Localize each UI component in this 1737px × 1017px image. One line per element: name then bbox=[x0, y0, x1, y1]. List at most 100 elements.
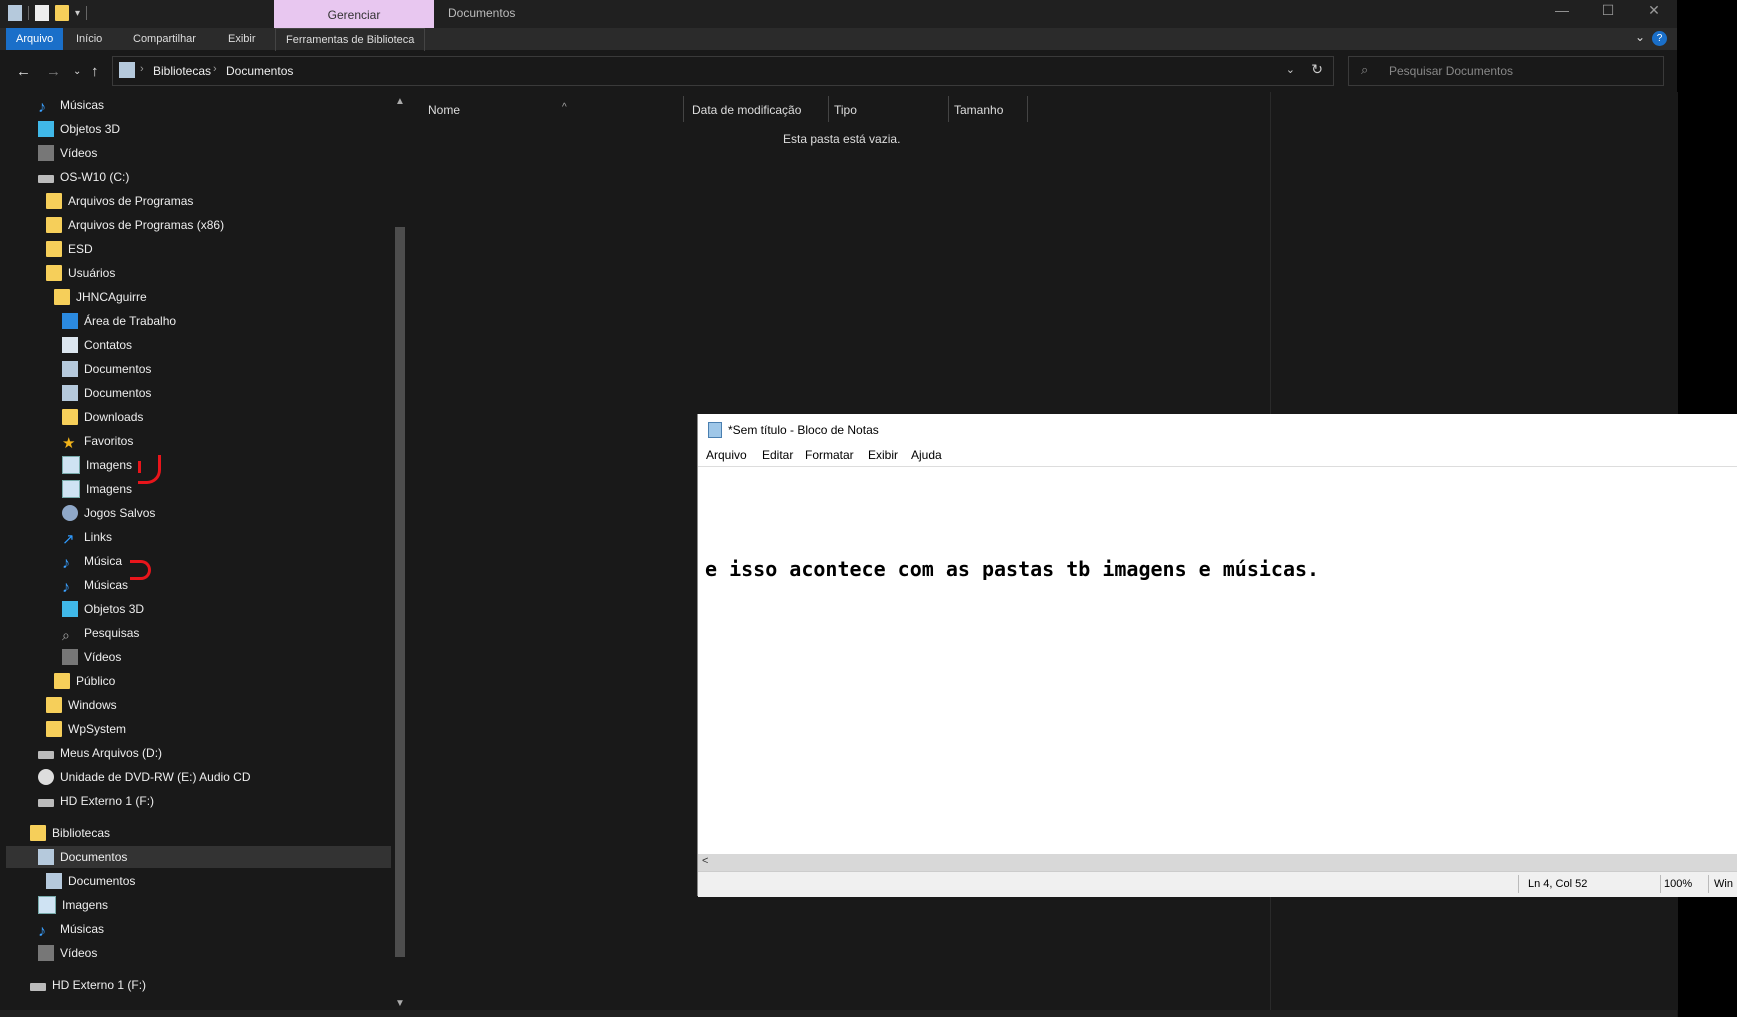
search-box[interactable]: ⌕ Pesquisar Documentos bbox=[1348, 56, 1664, 86]
search-icon: ⌕ bbox=[1361, 62, 1369, 77]
nav-item-imagens[interactable]: Imagens bbox=[62, 478, 132, 500]
status-zoom: 100% bbox=[1664, 878, 1693, 890]
tab-exibir[interactable]: Exibir bbox=[218, 28, 266, 50]
forward-arrow-icon[interactable]: → bbox=[46, 63, 61, 80]
column-header-data-de-modificacao[interactable]: Data de modificação bbox=[692, 98, 832, 122]
nav-item-objetos-3d[interactable]: Objetos 3D bbox=[38, 118, 120, 140]
properties-icon[interactable] bbox=[35, 5, 49, 21]
status-divider bbox=[1708, 875, 1709, 893]
nav-item-drive-f[interactable]: HD Externo 1 (F:) bbox=[38, 790, 154, 812]
recent-locations-icon[interactable]: ⌄ bbox=[73, 66, 81, 77]
maximize-icon[interactable]: ☐ bbox=[1588, 2, 1628, 19]
address-bar[interactable]: › Bibliotecas › Documentos ⌄ ↻ bbox=[112, 56, 1334, 86]
nav-item-musicas[interactable]: Músicas bbox=[62, 574, 128, 596]
column-divider[interactable] bbox=[1027, 96, 1028, 122]
dvd-icon bbox=[38, 768, 54, 785]
nav-item-musica[interactable]: Música bbox=[62, 550, 122, 572]
folder-icon bbox=[54, 672, 70, 689]
navigation-bar: ← → ⌄ ↑ › Bibliotecas › Documentos ⌄ ↻ ⌕… bbox=[0, 52, 1677, 92]
nav-item-documentos-selected[interactable]: Documentos bbox=[6, 846, 391, 868]
nav-item-documentos[interactable]: Documentos bbox=[46, 870, 135, 892]
search-placeholder: Pesquisar Documentos bbox=[1389, 64, 1514, 78]
breadcrumb-separator-icon: › bbox=[213, 63, 217, 75]
nav-item-wpsystem[interactable]: WpSystem bbox=[46, 718, 126, 740]
menu-ajuda[interactable]: Ajuda bbox=[911, 448, 942, 462]
nav-item-videos[interactable]: Vídeos bbox=[38, 142, 97, 164]
annotation-mark bbox=[138, 455, 161, 484]
nav-item-links[interactable]: Links bbox=[62, 526, 112, 548]
nav-item-arquivos-de-programas[interactable]: Arquivos de Programas bbox=[46, 190, 193, 212]
status-line-ending: Win bbox=[1714, 878, 1733, 890]
music-icon bbox=[62, 553, 78, 569]
nav-item-jhncaguirre[interactable]: JHNCAguirre bbox=[54, 286, 147, 308]
column-divider[interactable] bbox=[683, 96, 684, 122]
nav-item-documentos[interactable]: Documentos bbox=[62, 358, 151, 380]
nav-item-favoritos[interactable]: Favoritos bbox=[62, 430, 133, 452]
help-icon[interactable]: ? bbox=[1652, 31, 1667, 46]
column-header-nome[interactable]: Nome ^ bbox=[428, 98, 688, 122]
nav-item-windows[interactable]: Windows bbox=[46, 694, 117, 716]
menu-editar[interactable]: Editar bbox=[762, 448, 793, 462]
nav-item-imagens[interactable]: Imagens bbox=[62, 454, 132, 476]
refresh-icon[interactable]: ↻ bbox=[1311, 61, 1323, 78]
nav-item-publico[interactable]: Público bbox=[54, 670, 115, 692]
nav-item-contatos[interactable]: Contatos bbox=[62, 334, 132, 356]
minimize-icon[interactable]: — bbox=[1542, 2, 1582, 18]
scroll-down-icon[interactable]: ▼ bbox=[395, 998, 405, 1009]
breadcrumb-bibliotecas[interactable]: Bibliotecas bbox=[153, 64, 211, 78]
toolbar-divider bbox=[28, 6, 29, 20]
videos-icon bbox=[38, 944, 54, 961]
scroll-left-icon[interactable]: < bbox=[702, 855, 708, 867]
nav-item-usuarios[interactable]: Usuários bbox=[46, 262, 115, 284]
tab-compartilhar[interactable]: Compartilhar bbox=[123, 28, 206, 50]
up-arrow-icon[interactable]: ↑ bbox=[91, 63, 99, 80]
nav-item-bibliotecas[interactable]: Bibliotecas bbox=[30, 822, 110, 844]
notepad-text-area[interactable]: e isso acontece com as pastas tb imagens… bbox=[698, 466, 1737, 871]
ribbon-tabs: Arquivo Início Compartilhar Exibir Ferra… bbox=[0, 28, 1677, 51]
notepad-horizontal-scrollbar[interactable]: < bbox=[698, 854, 1737, 871]
tab-inicio[interactable]: Início bbox=[66, 28, 112, 50]
nav-item-downloads[interactable]: Downloads bbox=[62, 406, 143, 428]
nav-item-pesquisas[interactable]: Pesquisas bbox=[62, 622, 139, 644]
tab-ferramentas-biblioteca[interactable]: Ferramentas de Biblioteca bbox=[275, 28, 426, 51]
back-arrow-icon[interactable]: ← bbox=[16, 63, 31, 80]
menu-formatar[interactable]: Formatar bbox=[805, 448, 854, 462]
breadcrumb-separator-icon: › bbox=[140, 63, 144, 75]
menu-arquivo[interactable]: Arquivo bbox=[706, 448, 747, 462]
tab-arquivo[interactable]: Arquivo bbox=[6, 28, 64, 50]
column-divider[interactable] bbox=[828, 96, 829, 122]
column-header-tipo[interactable]: Tipo bbox=[834, 98, 934, 122]
navigation-pane-scrollbar[interactable]: ▲ ▼ bbox=[392, 92, 408, 1017]
address-dropdown-icon[interactable]: ⌄ bbox=[1286, 63, 1295, 76]
manage-contextual-tab[interactable]: Gerenciar bbox=[274, 0, 434, 28]
close-icon[interactable]: ✕ bbox=[1634, 2, 1674, 19]
scroll-up-icon[interactable]: ▲ bbox=[395, 96, 405, 107]
status-line-col: Ln 4, Col 52 bbox=[1528, 878, 1588, 890]
customize-toolbar-icon[interactable]: ▾ bbox=[75, 8, 80, 19]
new-folder-icon[interactable] bbox=[55, 5, 69, 21]
nav-item-objetos-3d[interactable]: Objetos 3D bbox=[62, 598, 144, 620]
breadcrumb-documentos[interactable]: Documentos bbox=[226, 64, 293, 78]
navigation-pane: Músicas Objetos 3D Vídeos OS-W10 (C:) Ar… bbox=[0, 92, 410, 1017]
nav-item-esd[interactable]: ESD bbox=[46, 238, 93, 260]
nav-item-documentos[interactable]: Documentos bbox=[62, 382, 151, 404]
nav-item-jogos-salvos[interactable]: Jogos Salvos bbox=[62, 502, 155, 524]
nav-item-videos[interactable]: Vídeos bbox=[38, 942, 97, 964]
nav-item-drive-c[interactable]: OS-W10 (C:) bbox=[38, 166, 129, 188]
nav-item-videos[interactable]: Vídeos bbox=[62, 646, 121, 668]
column-header-tamanho[interactable]: Tamanho bbox=[954, 98, 1034, 122]
nav-item-area-de-trabalho[interactable]: Área de Trabalho bbox=[62, 310, 176, 332]
column-divider[interactable] bbox=[948, 96, 949, 122]
nav-item-dvd-drive-e[interactable]: Unidade de DVD-RW (E:) Audio CD bbox=[38, 766, 251, 788]
nav-item-drive-d[interactable]: Meus Arquivos (D:) bbox=[38, 742, 162, 764]
nav-item-musicas[interactable]: Músicas bbox=[38, 94, 104, 116]
expand-ribbon-icon[interactable]: ⌄ bbox=[1635, 30, 1645, 44]
menu-exibir[interactable]: Exibir bbox=[868, 448, 898, 462]
scrollbar-thumb[interactable] bbox=[395, 227, 405, 957]
nav-item-musicas[interactable]: Músicas bbox=[38, 918, 104, 940]
nav-item-drive-f[interactable]: HD Externo 1 (F:) bbox=[30, 974, 146, 996]
nav-item-arquivos-de-programas-x86[interactable]: Arquivos de Programas (x86) bbox=[46, 214, 224, 236]
library-icon[interactable] bbox=[8, 5, 22, 21]
notepad-text-line: e isso acontece com as pastas tb imagens… bbox=[705, 557, 1320, 581]
nav-item-imagens[interactable]: Imagens bbox=[38, 894, 108, 916]
